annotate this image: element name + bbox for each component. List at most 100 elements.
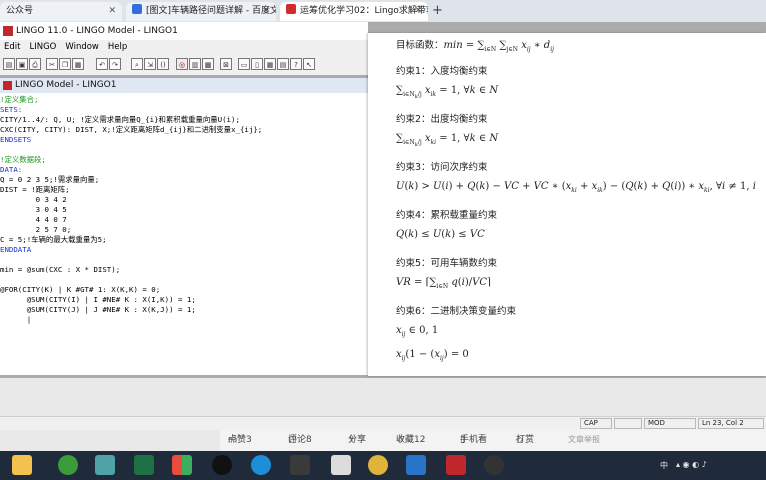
undo-icon[interactable]: ↶ — [96, 58, 108, 70]
tile-icon[interactable]: ▭ — [238, 58, 250, 70]
context-help-icon[interactable]: ↖ — [303, 58, 315, 70]
lingo-taskbar-icon[interactable] — [446, 455, 466, 475]
objective-row: 目标函数：min = ∑i∈N ∑j∈N xij ∗ dij — [396, 40, 554, 53]
taskbar: 中 ▴ ◉ ◐ ♪ — [0, 451, 766, 480]
status-bar: CAP MOD Ln 23, Col 2 — [0, 416, 766, 430]
code-line: @SUM(CITY(I) | I #NE# K : X(I,K)) = 1; — [0, 295, 196, 304]
constraint-3-label: 约束3：访问次序约束 — [396, 162, 488, 173]
model-icon — [3, 81, 12, 90]
print-icon[interactable]: ⎙ — [29, 58, 41, 70]
app-icon[interactable] — [172, 455, 192, 475]
code-line: | — [0, 315, 32, 324]
app-icon[interactable] — [290, 455, 310, 475]
excel-icon[interactable] — [134, 455, 154, 475]
code-line: CXC(CITY, CITY): DIST, X;!定义距离矩阵d_{ij}和二… — [0, 125, 263, 134]
baidu-icon — [132, 4, 142, 14]
help-icon[interactable]: ? — [290, 58, 302, 70]
code-line: C = 5;!车辆的最大载重量为5; — [0, 235, 107, 244]
constraint-6-label: 约束6：二进制决策变量约束 — [396, 306, 517, 317]
cursor-position: Ln 23, Col 2 — [698, 418, 764, 429]
arrange-icon[interactable]: ▦ — [264, 58, 276, 70]
menu-window[interactable]: Window — [65, 42, 99, 52]
browser-tab-bar: 公众号 ✕ [图文]车辆路径问题详解 - 百度文 ✕ 运筹优化学习02：Ling… — [0, 0, 766, 23]
redo-icon[interactable]: ↷ — [109, 58, 121, 70]
code-line: Q = 0 2 3 5;!需求量向量; — [0, 175, 100, 184]
code-line: min = @sum(CXC : X * DIST); — [0, 265, 121, 274]
code-line: @SUM(CITY(J) | J #NE# K : X(K,J)) = 1; — [0, 305, 196, 314]
close-icon[interactable]: ✕ — [108, 2, 116, 21]
constraint-1-label: 约束1：入度均衡约束 — [396, 66, 488, 77]
file-explorer-icon[interactable] — [12, 455, 32, 475]
find-icon[interactable]: ⌕ — [131, 58, 143, 70]
constraint-2-formula: ∑i∈Nk/j xki = 1, ∀k ∈ N — [396, 133, 499, 149]
input-method-indicator[interactable]: 中 — [660, 460, 668, 471]
code-line: @FOR(CITY(K) | K #GT# 1: X(K,K) = 0; — [0, 285, 161, 294]
match-paren-icon[interactable]: () — [157, 58, 169, 70]
window-title-text: LINGO 11.0 - LINGO Model - LINGO1 — [16, 26, 178, 36]
code-line: 3 0 4 5 — [0, 205, 67, 214]
code-line: CITY/1..4/: Q, U; !定义需求量向量Q_{i}和累积载重量向量U… — [0, 115, 240, 124]
formulation-sheet: 目标函数：min = ∑i∈N ∑j∈N xij ∗ dij 约束1：入度均衡约… — [368, 33, 766, 376]
cascade-icon[interactable]: ▯ — [251, 58, 263, 70]
model-title-text: LINGO Model - LINGO1 — [15, 80, 117, 90]
constraint-4-formula: Q(k) ≤ U(k) ≤ VC — [396, 229, 485, 240]
constraint-5-formula: VR = ⌈∑i∈N q(i)/VC⌉ — [396, 277, 491, 290]
matrix-icon[interactable]: ▩ — [202, 58, 214, 70]
lingo-app-icon — [3, 26, 13, 36]
constraint-1-formula: ∑i∈Nk/j xik = 1, ∀k ∈ N — [396, 85, 499, 101]
tab-label: 公众号 — [6, 6, 34, 16]
chrome-icon[interactable] — [368, 455, 388, 475]
text-editor-icon[interactable] — [331, 455, 351, 475]
constraint-5-label: 约束5：可用车辆数约束 — [396, 258, 498, 269]
save-icon[interactable]: ▣ — [16, 58, 28, 70]
browser-tab-1[interactable]: 公众号 ✕ — [0, 2, 122, 21]
code-editor[interactable]: !定义集合; SETS: CITY/1..4/: Q, U; !定义需求量向量Q… — [0, 93, 368, 375]
copy-icon[interactable]: ❐ — [59, 58, 71, 70]
code-line: 4 4 0 7 — [0, 215, 67, 224]
report-link[interactable]: 文章举报 — [568, 429, 600, 451]
menu-bar: Edit LINGO Window Help — [0, 40, 368, 55]
constraint-6-formula-1: xij ∈ 0, 1 — [396, 325, 439, 338]
solve-icon[interactable]: ◎ — [176, 58, 188, 70]
code-line: SETS: — [0, 105, 23, 114]
menu-edit[interactable]: Edit — [4, 42, 20, 52]
tray-icons[interactable]: ▴ ◉ ◐ ♪ — [676, 460, 707, 469]
qq-icon[interactable] — [212, 455, 232, 475]
app-icon[interactable] — [406, 455, 426, 475]
constraint-4-label: 约束4：累积载重量约束 — [396, 210, 498, 221]
code-line: !定义集合; — [0, 95, 39, 104]
tab-label: [图文]车辆路径问题详解 - 百度文 — [146, 6, 276, 16]
menu-lingo[interactable]: LINGO — [29, 42, 56, 52]
code-line: ENDDATA — [0, 245, 32, 254]
tab-label: 运筹优化学习02：Lingo求解带容 — [300, 6, 428, 16]
code-line: !定义数据段; — [0, 155, 46, 164]
close-icon[interactable]: ✕ — [414, 2, 422, 21]
csdn-icon — [286, 4, 296, 14]
constraint-2-label: 约束2：出度均衡约束 — [396, 114, 488, 125]
constraint-3-formula: U(k) > U(i) + Q(k) − VC + VC ∗ (xki + xi… — [396, 181, 756, 194]
close-icon[interactable]: ✕ — [262, 2, 270, 21]
app-icon[interactable] — [95, 455, 115, 475]
browser-tab-2[interactable]: [图文]车辆路径问题详解 - 百度文 ✕ — [126, 2, 276, 21]
code-line: 0 3 4 2 — [0, 195, 67, 204]
code-line: DATA: — [0, 165, 23, 174]
lingo-window-title: LINGO 11.0 - LINGO Model - LINGO1 — [0, 22, 368, 41]
windows-icon[interactable]: ▤ — [277, 58, 289, 70]
edge-icon[interactable] — [251, 455, 271, 475]
menu-help[interactable]: Help — [108, 42, 127, 52]
code-line: 2 5 7 0; — [0, 225, 72, 234]
modified-indicator: MOD — [644, 418, 696, 429]
model-window-title: LINGO Model - LINGO1 — [0, 78, 368, 94]
close-all-icon[interactable]: ⊠ — [220, 58, 232, 70]
goto-icon[interactable]: ⇲ — [144, 58, 156, 70]
article-action-bar: 👍︎ 点赞3 ▢ 评论8 ⇪ 分享 ☆ 收藏12 ▯ 手机看 ◇ 打赏 文章举报 — [220, 429, 766, 451]
green-plus-app-icon[interactable] — [58, 455, 78, 475]
new-tab-button[interactable]: + — [432, 3, 443, 18]
solution-icon[interactable]: ▥ — [189, 58, 201, 70]
cut-icon[interactable]: ✂ — [46, 58, 58, 70]
caps-indicator: CAP — [580, 418, 612, 429]
obs-icon[interactable] — [484, 455, 504, 475]
paste-icon[interactable]: ▦ — [72, 58, 84, 70]
browser-tab-3-active[interactable]: 运筹优化学习02：Lingo求解带容 ✕ — [280, 2, 428, 21]
open-icon[interactable]: ▤ — [3, 58, 15, 70]
